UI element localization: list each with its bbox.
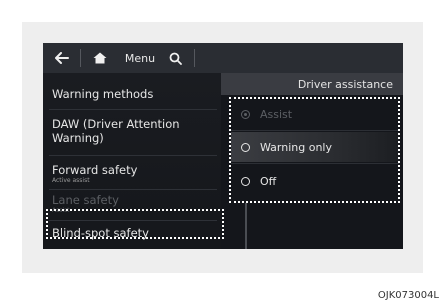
panel-title-bar: Driver assistance — [221, 73, 403, 95]
sidebar-divider — [49, 109, 217, 110]
back-arrow-icon — [55, 52, 69, 64]
toolbar-divider — [194, 49, 195, 67]
infotainment-screen: Menu Warning methods DAW (Driver Attenti… — [43, 43, 403, 249]
panel-title: Driver assistance — [297, 77, 393, 91]
options-highlight-outline — [229, 97, 400, 203]
sidebar-item-label: Lane safety — [52, 193, 119, 207]
toolbar-divider — [80, 49, 81, 67]
search-icon — [169, 52, 182, 65]
search-button[interactable] — [163, 43, 187, 73]
figure-panel: Menu Warning methods DAW (Driver Attenti… — [22, 22, 423, 273]
lane-safety-highlight-outline — [46, 209, 224, 239]
back-button[interactable] — [49, 43, 75, 73]
sidebar-item-warning-methods[interactable]: Warning methods — [43, 79, 221, 109]
image-code: OJK073004L — [377, 290, 439, 301]
sidebar-item-sublabel: Active assist — [52, 177, 90, 184]
sidebar-item-label: DAW (Driver Attention Warning) — [52, 117, 180, 145]
sidebar-divider — [49, 155, 217, 156]
home-button[interactable] — [87, 43, 113, 73]
menu-label: Menu — [124, 51, 156, 65]
top-bar: Menu — [43, 43, 403, 73]
sidebar-item-daw[interactable]: DAW (Driver Attention Warning) — [43, 113, 221, 153]
sidebar-item-forward-safety[interactable]: Forward safety Active assist — [43, 159, 221, 189]
menu-button[interactable]: Menu — [119, 43, 161, 73]
sidebar-divider — [49, 189, 217, 190]
sidebar-item-label: Forward safety — [52, 163, 138, 177]
sidebar-item-label: Warning methods — [52, 87, 154, 101]
home-icon — [93, 52, 107, 64]
